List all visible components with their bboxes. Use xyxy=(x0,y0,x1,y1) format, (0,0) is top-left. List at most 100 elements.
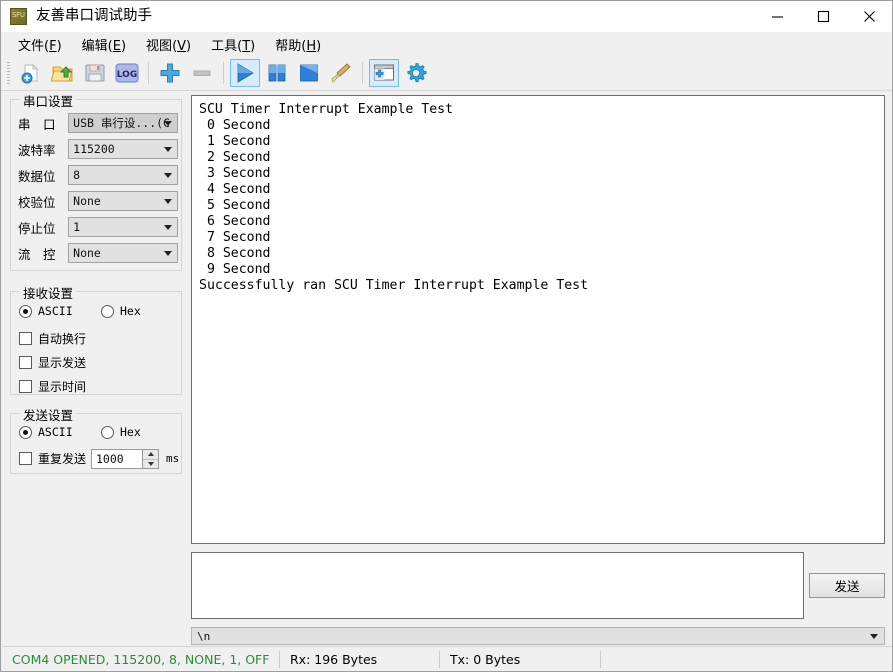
log-icon[interactable]: LOG xyxy=(112,59,142,87)
toolbar-separator-3 xyxy=(362,62,363,84)
menu-help-label: 帮助 xyxy=(275,38,302,54)
title-bar: 友善串口调试助手 xyxy=(1,1,892,32)
window-title: 友善串口调试助手 xyxy=(36,8,152,24)
repeat-interval-unit: ms xyxy=(166,452,180,465)
menu-item-view[interactable]: 视图(V) xyxy=(137,33,200,56)
chevron-down-icon xyxy=(164,147,172,152)
menu-bar: 文件(F) 编辑(E) 视图(V) 工具(T) 帮助(H) xyxy=(1,32,892,56)
baudrate-value: 115200 xyxy=(73,142,115,156)
chevron-down-icon xyxy=(164,225,172,230)
save-disk-icon[interactable] xyxy=(80,59,110,87)
databits-value: 8 xyxy=(73,168,81,182)
menu-item-file[interactable]: 文件(F) xyxy=(9,33,71,56)
pause-icon[interactable] xyxy=(262,59,292,87)
port-label: 串 口 xyxy=(18,116,56,132)
repeat-send-checkbox[interactable]: 重复发送 xyxy=(19,450,86,467)
send-button-label: 发送 xyxy=(834,579,860,594)
auto-wrap-checkbox[interactable]: 自动换行 xyxy=(19,330,86,347)
receive-settings-title: 接收设置 xyxy=(20,283,77,302)
databits-combo[interactable]: 8 xyxy=(68,165,178,185)
chevron-down-icon xyxy=(164,251,172,256)
new-window-icon[interactable] xyxy=(369,59,399,87)
status-tx-bytes: Tx: 0 Bytes xyxy=(450,651,521,667)
radio-on-icon xyxy=(19,425,32,439)
status-rx-bytes: Rx: 196 Bytes xyxy=(290,651,378,667)
serial-field-port: 串 口 USB 串行设...(C xyxy=(18,113,178,133)
add-port-icon[interactable] xyxy=(155,59,185,87)
repeat-interval-stepper[interactable]: 1000 xyxy=(91,449,159,469)
menu-file-accel: F xyxy=(49,38,57,54)
app-window: 友善串口调试助手 文件(F) 编辑(E) 视图(V) 工具(T) 帮助(H) xyxy=(0,0,893,672)
auto-wrap-label: 自动换行 xyxy=(38,332,87,346)
gear-settings-icon[interactable] xyxy=(401,59,431,87)
radio-off-icon xyxy=(101,425,114,439)
recv-hex-label: Hex xyxy=(120,304,141,318)
stepper-down-icon[interactable] xyxy=(143,460,158,469)
chevron-down-icon xyxy=(164,121,172,126)
send-ascii-label: ASCII xyxy=(38,425,73,439)
menu-item-edit[interactable]: 编辑(E) xyxy=(73,33,135,56)
checkbox-off-icon xyxy=(19,380,32,393)
minimize-button[interactable] xyxy=(754,1,800,32)
baudrate-label: 波特率 xyxy=(18,142,56,158)
svg-text:LOG: LOG xyxy=(117,70,137,80)
checkbox-off-icon xyxy=(19,356,32,369)
app-icon xyxy=(10,8,27,25)
maximize-button[interactable] xyxy=(800,1,846,32)
recv-ascii-label: ASCII xyxy=(38,304,73,318)
serial-field-stopbits: 停止位 1 xyxy=(18,217,178,237)
stopbits-combo[interactable]: 1 xyxy=(68,217,178,237)
menu-view-label: 视图 xyxy=(146,38,173,54)
serial-field-flowcontrol: 流 控 None xyxy=(18,243,178,263)
serial-settings-title: 串口设置 xyxy=(20,91,77,110)
status-bar: COM4 OPENED, 115200, 8, NONE, 1, OFF Rx:… xyxy=(2,646,892,671)
menu-item-tools[interactable]: 工具(T) xyxy=(202,33,264,56)
new-file-icon[interactable] xyxy=(16,59,46,87)
play-icon[interactable] xyxy=(230,59,260,87)
parity-value: None xyxy=(73,194,101,208)
recv-format-ascii-radio[interactable]: ASCII xyxy=(19,304,73,318)
toolbar: LOG xyxy=(1,56,892,91)
baudrate-combo[interactable]: 115200 xyxy=(68,139,178,159)
line-ending-value: \n xyxy=(197,629,211,643)
menu-help-accel: H xyxy=(306,38,317,54)
chevron-down-icon xyxy=(870,634,878,639)
status-connection: COM4 OPENED, 115200, 8, NONE, 1, OFF xyxy=(12,651,270,667)
port-value: USB 串行设...(C xyxy=(73,116,170,130)
parity-label: 校验位 xyxy=(18,194,56,210)
remove-port-icon xyxy=(187,59,217,87)
show-send-checkbox[interactable]: 显示发送 xyxy=(19,354,86,371)
stop-icon[interactable] xyxy=(294,59,324,87)
receive-text-content: SCU Timer Interrupt Example Test 0 Secon… xyxy=(199,102,589,293)
show-time-checkbox[interactable]: 显示时间 xyxy=(19,378,86,395)
parity-combo[interactable]: None xyxy=(68,191,178,211)
send-button[interactable]: 发送 xyxy=(809,573,885,598)
repeat-interval-value: 1000 xyxy=(96,452,124,466)
receive-text-area[interactable]: SCU Timer Interrupt Example Test 0 Secon… xyxy=(191,95,885,544)
send-hex-label: Hex xyxy=(120,425,141,439)
send-format-ascii-radio[interactable]: ASCII xyxy=(19,425,73,439)
show-time-label: 显示时间 xyxy=(38,380,87,394)
line-ending-combo[interactable]: \n xyxy=(191,627,885,645)
checkbox-off-icon xyxy=(19,332,32,345)
serial-field-databits: 数据位 8 xyxy=(18,165,178,185)
toolbar-separator-1 xyxy=(148,62,149,84)
databits-label: 数据位 xyxy=(18,168,56,184)
menu-item-help[interactable]: 帮助(H) xyxy=(266,33,330,56)
chevron-down-icon xyxy=(164,173,172,178)
stepper-up-icon[interactable] xyxy=(143,450,158,460)
broom-clear-icon[interactable] xyxy=(326,59,356,87)
stepper-buttons[interactable] xyxy=(142,450,158,468)
flowcontrol-combo[interactable]: None xyxy=(68,243,178,263)
toolbar-separator-2 xyxy=(223,62,224,84)
recv-format-hex-radio[interactable]: Hex xyxy=(101,304,141,318)
port-combo[interactable]: USB 串行设...(C xyxy=(68,113,178,133)
send-format-hex-radio[interactable]: Hex xyxy=(101,425,141,439)
serial-field-parity: 校验位 None xyxy=(18,191,178,211)
send-text-input[interactable] xyxy=(191,552,804,619)
close-button[interactable] xyxy=(846,1,892,32)
menu-tools-accel: T xyxy=(242,38,251,54)
menu-view-accel: V xyxy=(177,38,187,54)
open-folder-icon[interactable] xyxy=(48,59,78,87)
menu-tools-label: 工具 xyxy=(211,38,238,54)
